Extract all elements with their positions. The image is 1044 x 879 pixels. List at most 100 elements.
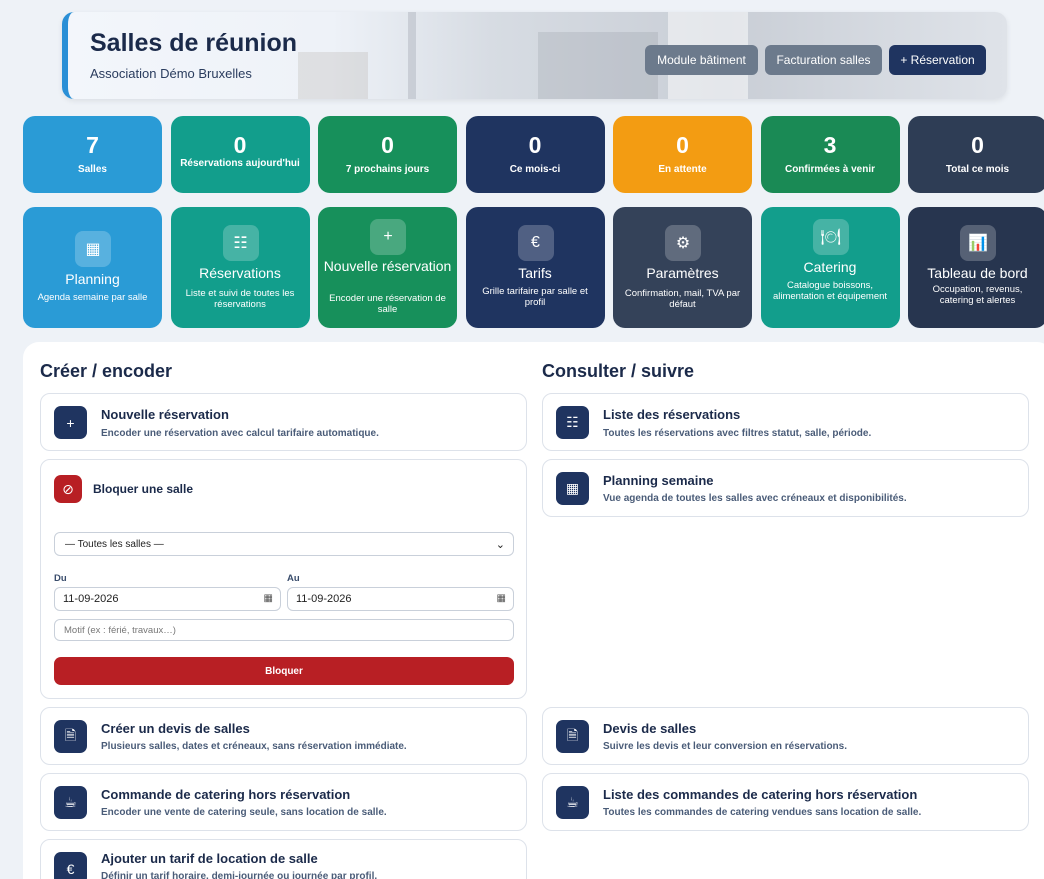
stat-card: 0 Réservations aujourd'hui [170, 116, 310, 193]
add-tariff-card[interactable]: € Ajouter un tarif de location de salle … [40, 839, 527, 879]
module-tile[interactable]: ⚙ Paramètres Confirmation, mail, TVA par d… [613, 207, 752, 328]
block-button[interactable]: Bloquer [54, 657, 514, 685]
calendar-icon[interactable]: ▦ [497, 593, 506, 604]
module-tile[interactable]: ☷ Réservations Liste et suivi de toutes le… [170, 207, 310, 328]
module-title: Nouvelle réservation [323, 258, 452, 274]
card-description: Encoder une vente de catering seule, san… [101, 807, 387, 818]
block-room-title: Bloquer une salle [93, 482, 194, 496]
calendar-icon[interactable]: ▦ [264, 593, 273, 604]
module-title: Paramètres [646, 265, 719, 281]
catering-order-card[interactable]: ☕ Commande de catering hors réservation … [40, 773, 527, 831]
card-description: Vue agenda de toutes les salles avec cré… [603, 493, 907, 504]
stat-card: 0 7 prochains jours [318, 116, 457, 193]
stat-label: Salles [78, 164, 107, 175]
bar-chart-icon: 📊 [960, 225, 996, 261]
module-description: Encoder une réservation de salle [329, 293, 446, 315]
card-description: Encoder une réservation avec calcul tari… [101, 428, 379, 439]
stat-value: 0 [971, 132, 984, 158]
quotes-list-card[interactable]: 🗎 Devis de salles Suivre les devis et le… [542, 707, 1029, 765]
to-label: Au [287, 573, 300, 584]
coffee-cup-icon: ☕ [54, 786, 87, 819]
room-select-value: — Toutes les salles — [65, 538, 164, 550]
reservations-list-card[interactable]: ☷ Liste des réservations Toutes les rése… [542, 393, 1029, 451]
stat-label: 7 prochains jours [345, 164, 430, 175]
organization-name: Association Démo Bruxelles [90, 66, 252, 81]
stat-value: 0 [528, 132, 542, 158]
stat-card: 3 Confirmées à venir [760, 116, 900, 193]
module-tile[interactable]: ▦ Planning Agenda semaine par salle [23, 207, 162, 328]
module-tile[interactable]: + Nouvelle réservation Encoder une réserva… [318, 207, 457, 328]
stat-value: 7 [86, 132, 99, 158]
card-description: Définir un tarif horaire, demi-journée o… [101, 871, 378, 879]
motif-input[interactable]: Motif (ex : férié, travaux…) [54, 619, 514, 641]
consult-section-title: Consulter / suivre [542, 361, 695, 381]
to-date-value: 11-09-2026 [296, 593, 352, 605]
card-title: Planning semaine [603, 473, 714, 488]
facturation-salles-button[interactable]: Facturation salles [765, 45, 882, 75]
module-description: Grille tarifaire par salle et profil [482, 286, 588, 308]
page-title: Salles de réunion [90, 29, 298, 57]
stat-value: 0 [676, 132, 689, 158]
stat-value: 0 [381, 132, 394, 158]
block-room-card: ⊘ Bloquer une salle — Toutes les salles … [40, 459, 527, 699]
card-title: Commande de catering hors réservation [101, 787, 351, 802]
document-icon: 🗎 [54, 720, 87, 753]
module-tile[interactable]: 🍽 Catering Catalogue boissons, alimentatio… [760, 207, 900, 328]
module-tile[interactable]: 📊 Tableau de bord Occupation, revenus, cat… [908, 207, 1044, 328]
new-reservation-card[interactable]: + Nouvelle réservation Encoder une réser… [40, 393, 527, 451]
stat-label: En attente [658, 164, 707, 175]
euro-icon: € [54, 852, 87, 879]
room-select[interactable]: — Toutes les salles — ⌄ [54, 532, 514, 556]
module-title: Planning [65, 271, 120, 287]
stat-value: 0 [233, 132, 247, 158]
card-title: Liste des commandes de catering hors rés… [603, 787, 918, 802]
module-description: Confirmation, mail, TVA par défaut [624, 288, 741, 310]
stat-card: 7 Salles [23, 116, 162, 193]
module-tile[interactable]: € Tarifs Grille tarifaire par salle et pro… [465, 207, 605, 328]
stat-value: 3 [823, 132, 837, 158]
stat-card: 0 Ce mois-ci [465, 116, 605, 193]
stat-card: 0 En attente [613, 116, 752, 193]
plus-icon: + [370, 219, 406, 255]
calendar-icon: ▦ [556, 472, 589, 505]
card-title: Liste des réservations [603, 407, 741, 422]
weekly-planning-card[interactable]: ▦ Planning semaine Vue agenda de toutes … [542, 459, 1029, 517]
coffee-cup-icon: ☕ [556, 786, 589, 819]
plus-icon: + [54, 406, 87, 439]
list-icon: ☷ [556, 406, 589, 439]
stat-label: Réservations aujourd'hui [180, 158, 300, 169]
gear-icon: ⚙ [665, 225, 701, 261]
create-quote-card[interactable]: 🗎 Créer un devis de salles Plusieurs sal… [40, 707, 527, 765]
module-batiment-button[interactable]: Module bâtiment [645, 45, 758, 75]
card-description: Toutes les réservations avec filtres sta… [603, 428, 872, 439]
no-entry-icon: ⊘ [54, 475, 82, 503]
banner-photo-decoration [298, 52, 368, 99]
from-date-input[interactable]: 11-09-2026 ▦ [54, 587, 281, 611]
stat-label: Total ce mois [945, 164, 1010, 175]
catering-orders-list-card[interactable]: ☕ Liste des commandes de catering hors r… [542, 773, 1029, 831]
card-title: Ajouter un tarif de location de salle [101, 851, 318, 866]
card-description: Plusieurs salles, dates et créneaux, san… [101, 741, 407, 752]
stat-label: Confirmées à venir [784, 164, 876, 175]
card-title: Devis de salles [603, 721, 697, 736]
add-reservation-button[interactable]: + Réservation [889, 45, 986, 75]
module-description: Occupation, revenus, catering et alertes [932, 284, 1023, 306]
header-banner: Salles de réunion Association Démo Bruxe… [62, 12, 1007, 99]
module-title: Tableau de bord [927, 265, 1028, 281]
chevron-down-icon: ⌄ [495, 539, 505, 551]
calendar-icon: ▦ [75, 231, 111, 267]
card-title: Nouvelle réservation [101, 407, 229, 422]
module-title: Catering [803, 259, 857, 275]
actions-panel: Créer / encoder Consulter / suivre + Nou… [23, 342, 1044, 879]
euro-icon: € [517, 225, 554, 261]
card-description: Suivre les devis et leur conversion en r… [603, 741, 847, 752]
module-description: Catalogue boissons, alimentation et équi… [772, 280, 888, 302]
stat-card: 0 Total ce mois [908, 116, 1044, 193]
from-date-value: 11-09-2026 [63, 593, 119, 605]
create-section-title: Créer / encoder [40, 361, 173, 381]
to-date-input[interactable]: 11-09-2026 ▦ [287, 587, 514, 611]
document-icon: 🗎 [556, 720, 589, 753]
plate-icon: 🍽 [812, 219, 849, 255]
module-description: Agenda semaine par salle [37, 292, 148, 303]
banner-photo-decoration [538, 32, 658, 99]
